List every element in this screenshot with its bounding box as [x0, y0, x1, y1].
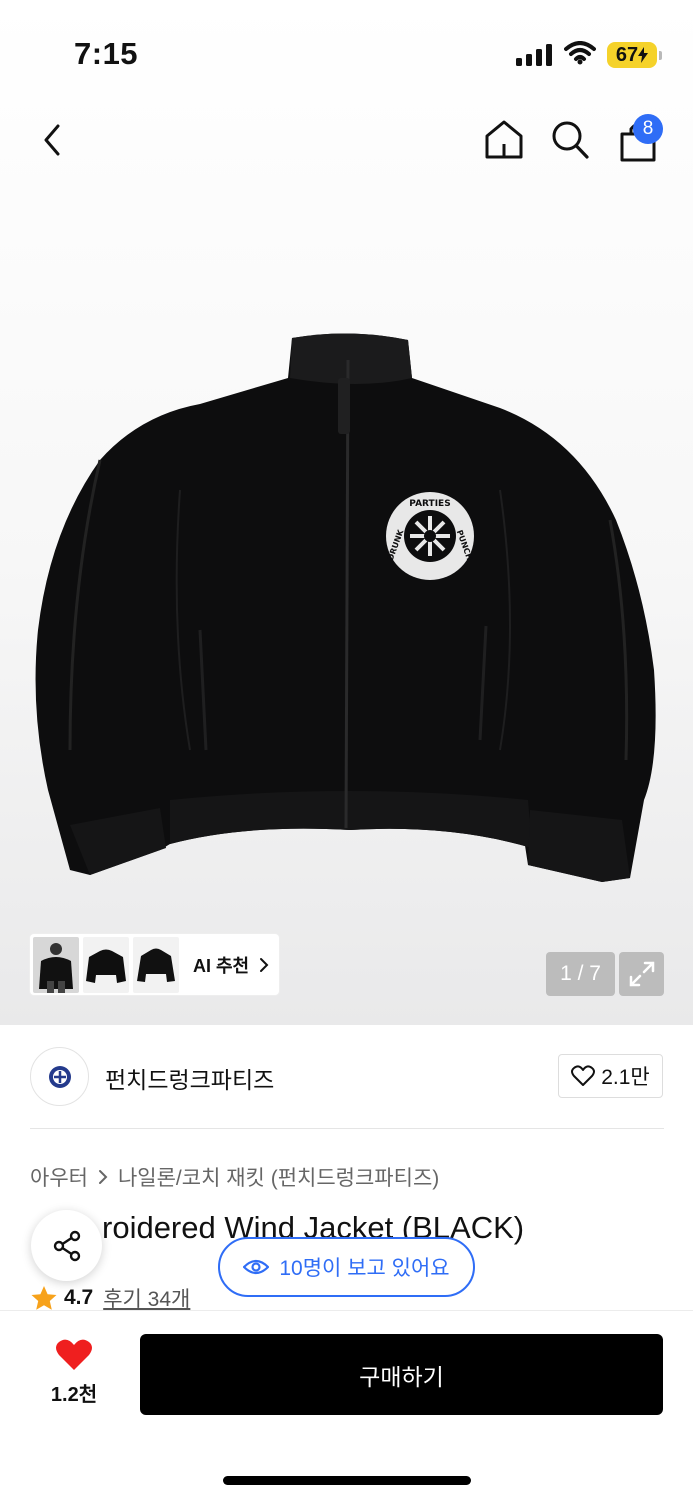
heart-outline-icon: [571, 1065, 596, 1086]
review-count-link[interactable]: 후기 34개: [103, 1283, 190, 1313]
wifi-icon: [564, 41, 596, 65]
eye-icon: [243, 1259, 270, 1275]
battery-tip: [659, 51, 662, 60]
heart-filled-icon: [56, 1339, 92, 1370]
expand-icon: [629, 961, 654, 987]
ai-recommend-label[interactable]: AI 추천: [193, 952, 249, 978]
brand-like-button[interactable]: 2.1만: [558, 1054, 663, 1098]
rating-score: 4.7: [64, 1286, 94, 1309]
breadcrumb-category[interactable]: 나일론/코치 재킷 (펀치드렁크파티즈): [118, 1162, 439, 1192]
image-counter: 1 / 7: [546, 952, 615, 996]
search-icon[interactable]: [550, 118, 590, 160]
breadcrumb-outer[interactable]: 아우터: [30, 1162, 88, 1192]
battery-indicator: 67: [607, 42, 657, 68]
thumbnail-1[interactable]: [33, 936, 79, 993]
battery-level: 67: [615, 43, 639, 66]
breadcrumb: 아우터 나일론/코치 재킷 (펀치드렁크파티즈): [30, 1162, 439, 1192]
thumbnail-2[interactable]: [83, 936, 129, 993]
brand-logo[interactable]: [30, 1047, 89, 1106]
brand-name[interactable]: 펀치드렁크파티즈: [105, 1061, 274, 1095]
product-image[interactable]: PARTIES PUNCH DRUNK: [30, 330, 660, 890]
star-icon: [31, 1286, 57, 1310]
expand-button[interactable]: [619, 952, 664, 996]
wish-count: 1.2천: [50, 1384, 98, 1406]
home-indicator: [223, 1476, 471, 1485]
chevron-left-icon[interactable]: [36, 120, 72, 160]
brand-like-count: 2.1만: [601, 1066, 650, 1089]
charging-bolt-icon: [638, 47, 649, 63]
viewers-pill: 10명이 보고 있어요: [218, 1237, 475, 1297]
thumbnail-3[interactable]: [133, 936, 179, 993]
brand-emblem-icon: [48, 1065, 71, 1088]
thumbnail-strip[interactable]: AI 추천: [30, 934, 279, 995]
status-time: 7:15: [74, 36, 139, 71]
rating-row: 4.7 후기 34개: [30, 1283, 190, 1313]
divider: [30, 1128, 664, 1129]
wish-button[interactable]: 1.2천: [40, 1338, 108, 1410]
share-button[interactable]: [31, 1210, 102, 1281]
chevron-right-icon: [98, 1170, 108, 1184]
cellular-signal-icon: [516, 44, 552, 66]
share-icon: [53, 1230, 80, 1261]
home-icon[interactable]: [484, 118, 524, 160]
viewers-text: 10명이 보고 있어요: [279, 1257, 450, 1280]
cart-count-badge: 8: [633, 114, 663, 144]
chevron-right-icon: [260, 957, 269, 972]
buy-button[interactable]: 구매하기: [140, 1334, 663, 1415]
logo-text-parties: PARTIES: [409, 499, 450, 509]
